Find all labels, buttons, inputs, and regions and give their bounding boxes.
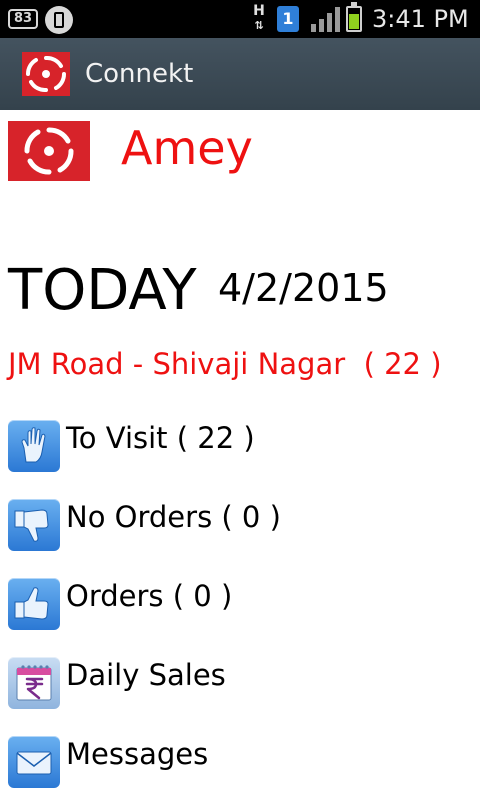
- app-title: Connekt: [85, 59, 194, 89]
- envelope-glyph: [16, 751, 52, 775]
- menu-label: No Orders ( 0 ): [66, 500, 281, 534]
- menu-item-daily-sales[interactable]: Daily Sales: [0, 649, 480, 709]
- user-name: Amey: [121, 121, 253, 175]
- menu-item-orders[interactable]: Orders ( 0 ): [0, 570, 480, 630]
- menu-label: To Visit ( 22 ): [66, 421, 255, 455]
- hand-glyph: [21, 427, 46, 463]
- battery-percent-indicator: 83: [8, 9, 38, 29]
- sim-slot-indicator: 1: [277, 6, 299, 32]
- rupee-calendar-glyph: [16, 665, 52, 701]
- menu-item-no-orders[interactable]: No Orders ( 0 ): [0, 491, 480, 551]
- menu-label: Daily Sales: [66, 658, 226, 692]
- menu-label: Orders ( 0 ): [66, 579, 233, 613]
- today-date: 4/2/2015: [218, 266, 389, 310]
- status-bar: 83 H ⇅ 1 3:41 PM: [0, 0, 480, 38]
- signal-strength-icon: [311, 7, 340, 32]
- thumbs-up-glyph: [14, 587, 49, 620]
- connekt-logo-icon[interactable]: [22, 52, 70, 96]
- menu-label: Messages: [66, 737, 209, 771]
- thumbs-up-icon: [8, 578, 60, 630]
- battery-fill: [349, 14, 359, 29]
- menu-item-messages[interactable]: Messages: [0, 728, 480, 788]
- menu-item-to-visit[interactable]: To Visit ( 22 ): [0, 412, 480, 472]
- company-logo-icon: [8, 121, 90, 181]
- action-bar: Connekt: [0, 38, 480, 110]
- data-arrows-icon: ⇅: [254, 19, 264, 32]
- thumbs-down-icon: [8, 499, 60, 551]
- thumbs-down-glyph: [14, 509, 49, 542]
- swirl-logo-graphic: [24, 127, 74, 175]
- rupee-calendar-icon: [8, 657, 60, 709]
- network-type-label: H: [253, 3, 265, 19]
- hand-icon: [8, 420, 60, 472]
- swirl-logo-graphic: [25, 55, 67, 93]
- battery-icon: [346, 2, 362, 32]
- envelope-icon: [8, 736, 60, 788]
- network-type-indicator: H ⇅: [250, 4, 268, 34]
- clipboard-icon: [45, 6, 73, 34]
- route-name[interactable]: JM Road - Shivaji Nagar ( 22 ): [8, 345, 442, 383]
- today-label: TODAY: [8, 258, 197, 323]
- clock: 3:41 PM: [372, 5, 469, 33]
